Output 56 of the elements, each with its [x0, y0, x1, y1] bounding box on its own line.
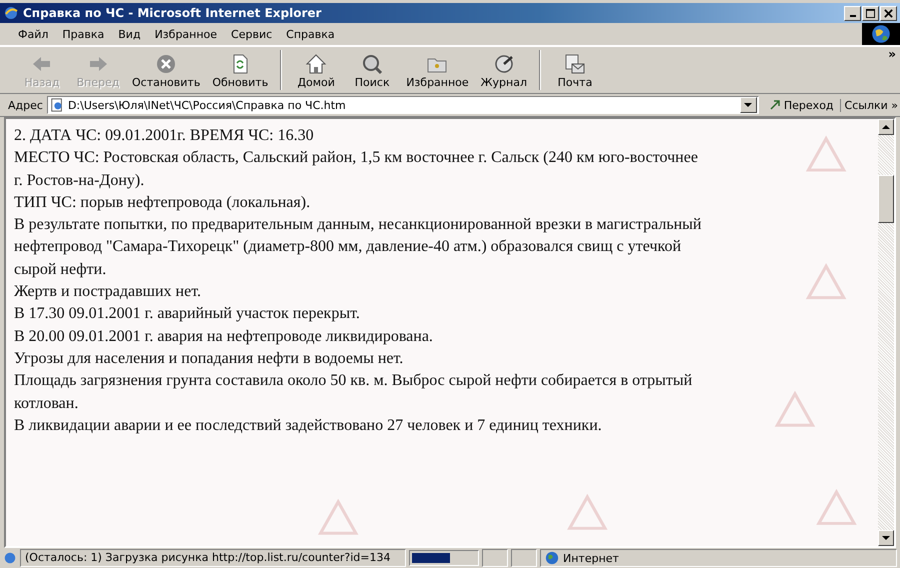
globe-logo — [862, 23, 900, 45]
scrollbar[interactable] — [878, 119, 894, 546]
globe-icon — [545, 551, 559, 565]
toolbar-button[interactable]: Домой — [288, 50, 344, 90]
maximize-icon — [866, 8, 875, 18]
toolbar-button[interactable]: Поиск — [344, 50, 400, 90]
arrow-icon — [768, 99, 781, 111]
triangle-icon — [816, 488, 857, 525]
menu-item[interactable]: Вид — [112, 28, 147, 40]
toolbar-button[interactable]: Остановить — [126, 50, 206, 90]
address-label: Адрес — [8, 98, 43, 112]
text-paragraph: МЕСТО ЧС: Ростовская область, Сальский район, 1,5 км восточнее г. Сальск (240 км юго-восточнее г. Ростов-на-Дону). — [14, 148, 699, 191]
toolbar-button[interactable]: Избранное — [400, 50, 475, 90]
toolbar-button[interactable]: Почта — [546, 50, 603, 90]
scrollbar-thumb[interactable] — [878, 175, 894, 223]
text-paragraph: ТИП ЧС: порыв нефтепровода (локальная). — [14, 192, 312, 213]
text-paragraph: Угрозы для населения и попадания нефти в водоемы нет. — [14, 348, 404, 369]
menu-item[interactable]: Сервис — [225, 28, 278, 40]
minimize-icon — [850, 15, 856, 17]
triangle-icon — [567, 494, 608, 530]
page-icon — [50, 98, 64, 112]
menu-item[interactable]: Правка — [56, 28, 110, 40]
up-arrow-icon[interactable] — [882, 123, 890, 131]
menu-item[interactable]: Файл — [12, 28, 54, 40]
text-paragraph: Жертв и пострадавших нет. — [14, 282, 202, 302]
menu-item[interactable]: Избранное — [148, 28, 224, 40]
window-title: Справка по ЧС - Microsoft Internet Explorer — [23, 6, 322, 20]
links-button[interactable]: Ссылки » — [844, 98, 898, 112]
triangle-icon — [774, 390, 816, 427]
go-button[interactable]: Переход — [762, 98, 841, 112]
triangle-icon — [806, 136, 846, 172]
close-button[interactable] — [880, 6, 897, 20]
maximize-button[interactable] — [862, 6, 879, 20]
minimize-button[interactable] — [844, 6, 861, 20]
down-arrow-icon[interactable] — [882, 534, 890, 542]
close-icon — [884, 8, 893, 18]
triangle-icon — [318, 498, 358, 535]
address-field[interactable]: D:\Users\Юля\INet\ЧС\Россия\Справка по ЧС.htm — [46, 96, 759, 114]
toolbar-button[interactable]: Обновить — [206, 50, 274, 90]
home-icon — [304, 52, 328, 76]
text-paragraph: 2. ДАТА ЧС: 09.01.2001г. ВРЕМЯ ЧС: 16.30 — [14, 126, 315, 146]
progress-bar — [409, 550, 479, 566]
text-paragraph: В результате попытки, по предварительным данным, несанкционированной врезки в магистральный нефтепровод "Самара-Тихорецк" (диаметр-800 мм, давление-40 атм.) образовался свищ с утечкой сырой нефти. — [14, 215, 702, 280]
more-button[interactable]: » — [888, 47, 896, 61]
text-paragraph: Площадь загрязнения грунта составила около 50 кв. м. Выброс сырой нефти собирается в отрытый котлован. — [14, 371, 694, 414]
zone-label: Интернет — [563, 552, 619, 564]
browser-icon — [3, 5, 19, 21]
menu-item[interactable]: Справка — [280, 28, 341, 40]
text-paragraph: В ликвидации аварии и ее последствий задействовано 27 человек и 7 единиц техники. — [14, 416, 603, 436]
text-paragraph: В 17.30 09.01.2001 г. аварийный участок перекрыт. — [14, 304, 361, 324]
text-paragraph: В 20.00 09.01.2001 г. авария на нефтепроводе ликвидирована. — [14, 326, 434, 347]
mail-icon — [562, 52, 587, 76]
toolbar-button[interactable]: Журнал — [474, 50, 533, 90]
status-text: (Осталось: 1) Загрузка рисунка http://top.list.ru/counter?id=134 — [20, 549, 406, 567]
page-icon — [3, 551, 17, 565]
triangle-icon — [806, 263, 846, 300]
